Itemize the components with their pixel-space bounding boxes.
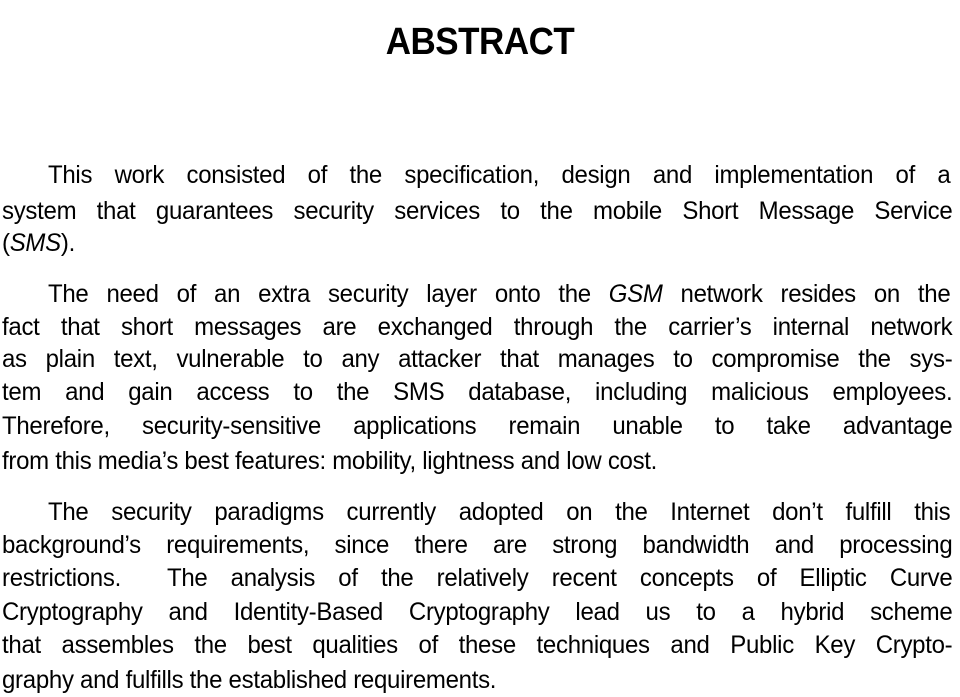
text-line: tem and gain access to the SMS database,…: [2, 378, 953, 406]
text-line: system that guarantees security services…: [2, 197, 953, 225]
text-line: The need of an extra security layer onto…: [48, 279, 951, 309]
text-span: ).: [60, 229, 75, 257]
text-line: as plain text, vulnerable to any attacke…: [2, 345, 953, 373]
text-line: fact that short messages are exchanged t…: [2, 313, 953, 341]
acronym-gsm: GSM: [608, 280, 663, 308]
text-line: from this media’s best features: mobilit…: [2, 447, 658, 475]
text-span: (: [2, 229, 10, 257]
text-line: graphy and fulfills the established requ…: [2, 666, 497, 694]
text-line: that assembles the best qualities of the…: [2, 631, 953, 659]
text-line: background’s requirements, since there a…: [2, 531, 953, 559]
text-span: restrictions. The analysis of the relati…: [2, 564, 953, 592]
text-line: (SMS).: [2, 228, 952, 258]
text-line: restrictions. The analysis of the relati…: [2, 563, 953, 593]
text-line: Therefore, security-sensitive applicatio…: [2, 412, 953, 440]
text-line: Cryptography and Identity-Based Cryptogr…: [2, 598, 953, 626]
text-line: This work consisted of the specification…: [48, 161, 951, 189]
acronym-sms: SMS: [9, 229, 61, 257]
abstract-heading: ABSTRACT: [385, 21, 575, 64]
text-span: The need of an extra security layer onto…: [48, 280, 609, 308]
text-span: network resides on the: [662, 280, 951, 308]
text-line: The security paradigms currently adopted…: [48, 498, 951, 526]
